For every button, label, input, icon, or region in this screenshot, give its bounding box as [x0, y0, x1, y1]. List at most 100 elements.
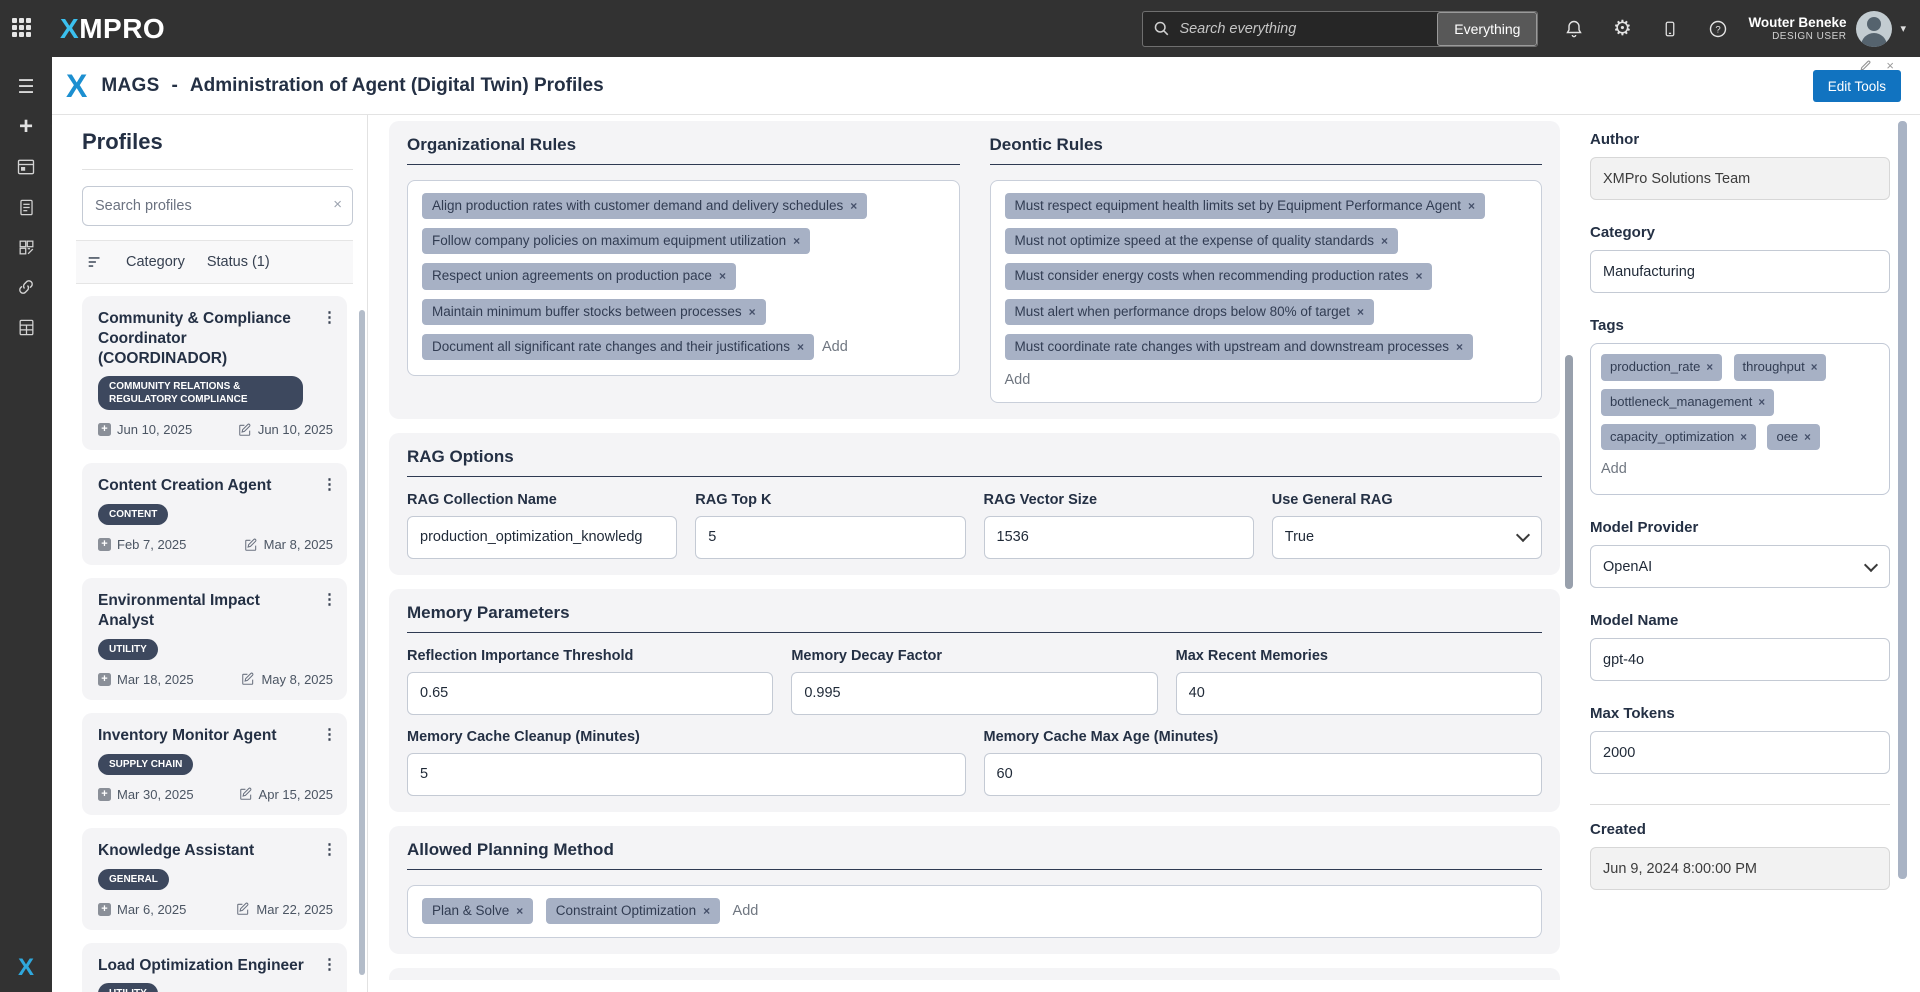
menu-hamburger-icon[interactable]: ☰: [0, 67, 52, 107]
category-input[interactable]: [1590, 250, 1890, 293]
reflection-threshold-input[interactable]: [407, 672, 773, 715]
profile-card[interactable]: Knowledge Assistant ⋮ GENERAL +Mar 6, 20…: [82, 828, 347, 930]
rail-x-logo[interactable]: X: [18, 954, 34, 982]
rule-chip: Document all significant rate changes an…: [422, 334, 814, 360]
remove-rule-icon[interactable]: ×: [749, 305, 756, 319]
max-recent-memories-input[interactable]: [1176, 672, 1542, 715]
main-scrollbar[interactable]: [1565, 355, 1573, 589]
profiles-title: Profiles: [82, 129, 353, 170]
dashboard-window-icon[interactable]: [0, 147, 52, 187]
remove-rule-icon[interactable]: ×: [1468, 199, 1475, 213]
user-caret-down-icon[interactable]: ▾: [1900, 22, 1906, 35]
card-menu-icon[interactable]: ⋮: [322, 955, 337, 973]
cache-max-age-input[interactable]: [984, 753, 1543, 796]
profile-modified-date: May 8, 2025: [261, 672, 333, 687]
remove-rule-icon[interactable]: ×: [719, 269, 726, 283]
remove-tag-icon[interactable]: ×: [1804, 432, 1811, 444]
model-name-input[interactable]: [1590, 638, 1890, 681]
profiles-search-input[interactable]: [82, 186, 353, 226]
use-general-rag-select[interactable]: True: [1272, 516, 1542, 559]
deontic-rules-box[interactable]: Must respect equipment health limits set…: [990, 180, 1543, 403]
user-menu[interactable]: Wouter Beneke DESIGN USER: [1748, 15, 1846, 43]
add-new-icon[interactable]: +: [0, 107, 52, 147]
link-chain-icon[interactable]: [0, 267, 52, 307]
model-provider-select[interactable]: OpenAI: [1590, 545, 1890, 588]
add-method-placeholder[interactable]: Add: [733, 903, 759, 919]
card-menu-icon[interactable]: ⋮: [322, 475, 337, 493]
memory-decay-input[interactable]: [791, 672, 1157, 715]
add-rule-placeholder[interactable]: Add: [822, 339, 848, 355]
rag-vector-size-input[interactable]: [984, 516, 1254, 559]
remove-tag-icon[interactable]: ×: [1706, 362, 1713, 374]
card-menu-icon[interactable]: ⋮: [322, 308, 337, 326]
remove-rule-icon[interactable]: ×: [1357, 305, 1364, 319]
organizational-rules-box[interactable]: Align production rates with customer dem…: [407, 180, 960, 376]
header-separator: -: [172, 75, 178, 97]
help-icon[interactable]: ?: [1706, 17, 1730, 41]
global-search: Everything: [1142, 11, 1538, 47]
apps-grid-icon[interactable]: [12, 18, 34, 40]
modified-date-icon: [236, 902, 250, 916]
created-date-icon: +: [98, 538, 111, 551]
profile-dates: +Feb 7, 2025 Mar 8, 2025: [98, 537, 333, 552]
filter-icon[interactable]: [86, 253, 104, 271]
planning-method-box[interactable]: Plan & Solve× Constraint Optimization× A…: [407, 885, 1542, 938]
profile-card[interactable]: Content Creation Agent ⋮ CONTENT +Feb 7,…: [82, 463, 347, 565]
profile-card[interactable]: Load Optimization Engineer ⋮ UTILITY +Ma…: [82, 943, 347, 992]
xmpro-logo[interactable]: XMPRO: [60, 13, 165, 45]
mags-x-logo: X: [66, 70, 87, 102]
rule-chip: Align production rates with customer dem…: [422, 193, 867, 219]
card-menu-icon[interactable]: ⋮: [322, 590, 337, 608]
blocks-grid-icon[interactable]: [0, 227, 52, 267]
calculator-table-icon[interactable]: [0, 307, 52, 347]
document-list-icon[interactable]: [0, 187, 52, 227]
planning-method-title: Allowed Planning Method: [407, 840, 1542, 870]
clear-search-icon[interactable]: ×: [333, 196, 342, 213]
edit-tools-button[interactable]: Edit Tools: [1813, 70, 1901, 102]
card-menu-icon[interactable]: ⋮: [322, 725, 337, 743]
mobile-device-icon[interactable]: [1658, 17, 1682, 41]
remove-rule-icon[interactable]: ×: [1456, 340, 1463, 354]
remove-rule-icon[interactable]: ×: [1381, 234, 1388, 248]
profile-card[interactable]: Environmental Impact Analyst ⋮ UTILITY +…: [82, 578, 347, 700]
remove-tag-icon[interactable]: ×: [1758, 397, 1765, 409]
add-rule-placeholder[interactable]: Add: [1005, 369, 1528, 396]
notifications-bell-icon[interactable]: [1562, 17, 1586, 41]
details-divider: [1590, 804, 1890, 805]
search-scope-button[interactable]: Everything: [1437, 12, 1537, 46]
max-tokens-input[interactable]: [1590, 731, 1890, 774]
add-tag-placeholder[interactable]: Add: [1601, 458, 1879, 485]
cache-cleanup-input[interactable]: [407, 753, 966, 796]
remove-rule-icon[interactable]: ×: [1415, 269, 1422, 283]
settings-gear-icon[interactable]: ⚙: [1610, 17, 1634, 41]
rule-chip: Follow company policies on maximum equip…: [422, 228, 810, 254]
rag-options-title: RAG Options: [407, 447, 1542, 477]
rag-topk-input[interactable]: [695, 516, 965, 559]
rag-collection-input[interactable]: [407, 516, 677, 559]
remove-tag-icon[interactable]: ×: [1811, 362, 1818, 374]
profiles-scrollbar[interactable]: [359, 310, 365, 975]
max-tokens-label: Max Tokens: [1590, 705, 1890, 722]
profile-card[interactable]: Community & Compliance Coordinator (COOR…: [82, 296, 347, 450]
profile-modified-date: Apr 15, 2025: [259, 787, 333, 802]
profile-name: Content Creation Agent: [98, 476, 333, 496]
remove-rule-icon[interactable]: ×: [793, 234, 800, 248]
remove-rule-icon[interactable]: ×: [850, 199, 857, 213]
organizational-rules-section: Organizational Rules Align production ra…: [407, 135, 960, 403]
filter-status[interactable]: Status (1): [207, 254, 270, 270]
remove-method-icon[interactable]: ×: [516, 904, 523, 918]
profile-card[interactable]: Inventory Monitor Agent ⋮ SUPPLY CHAIN +…: [82, 713, 347, 815]
card-menu-icon[interactable]: ⋮: [322, 840, 337, 858]
details-scrollbar[interactable]: [1898, 121, 1907, 879]
author-input: [1590, 157, 1890, 200]
avatar[interactable]: [1856, 11, 1892, 47]
remove-rule-icon[interactable]: ×: [797, 340, 804, 354]
tag-chip: capacity_optimization×: [1601, 424, 1756, 451]
search-input[interactable]: [1179, 21, 1437, 37]
remove-method-icon[interactable]: ×: [703, 904, 710, 918]
remove-tag-icon[interactable]: ×: [1740, 432, 1747, 444]
filter-category[interactable]: Category: [126, 254, 185, 270]
tags-box[interactable]: production_rate× throughput× bottleneck_…: [1590, 343, 1890, 495]
topbar-icons: ⚙ ?: [1562, 17, 1730, 41]
profile-name: Load Optimization Engineer: [98, 956, 333, 976]
